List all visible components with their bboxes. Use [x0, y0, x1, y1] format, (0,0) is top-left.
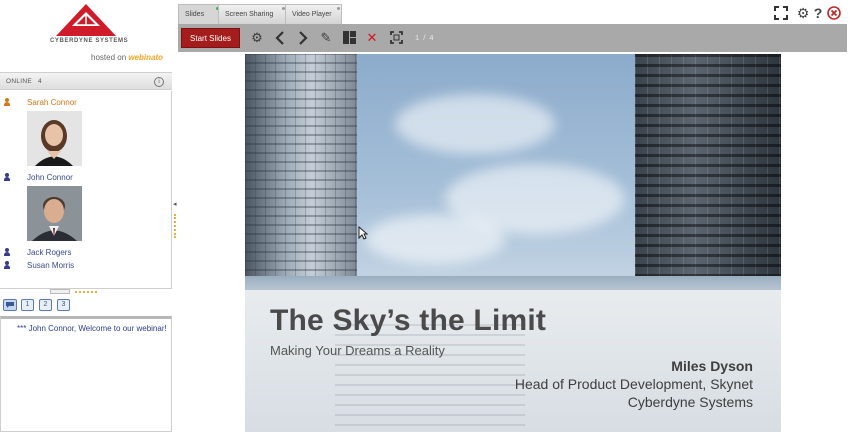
- online-header: ONLINE 4 i: [0, 72, 172, 90]
- attendee-sarah-connor[interactable]: Sarah Connor: [0, 97, 170, 109]
- slide-title: The Sky’s the Limit: [270, 304, 547, 337]
- tab-bar: Slides Screen Sharing Video Player: [178, 4, 850, 24]
- webinar-app: CYBERDYNE SYSTEMS hosted on webinato ONL…: [0, 0, 850, 432]
- slide-stage: The Sky’s the Limit Making Your Dreams a…: [178, 52, 847, 432]
- avatar-john-connor: [27, 186, 82, 241]
- close-icon[interactable]: [826, 5, 842, 21]
- panel-resize-handle[interactable]: [50, 289, 70, 303]
- tab-label: Screen Sharing: [225, 11, 274, 18]
- layout-icon[interactable]: [341, 30, 357, 46]
- attendee-icon: [4, 248, 10, 257]
- hosted-on: hosted on webinato: [91, 53, 163, 62]
- speaker-info: Miles Dyson Head of Product Development,…: [515, 358, 753, 411]
- attendee-name: Jack Rogers: [27, 248, 72, 257]
- online-count: 4: [38, 78, 42, 85]
- status-dot-icon: [337, 7, 340, 10]
- start-slides-button[interactable]: Start Slides: [181, 28, 240, 48]
- help-icon[interactable]: ?: [810, 5, 826, 21]
- speaker-name: Miles Dyson: [671, 358, 753, 374]
- tab-label: Video Player: [292, 11, 332, 18]
- hosted-prefix: hosted on: [91, 53, 127, 62]
- online-label: ONLINE: [6, 78, 33, 85]
- attendee-name: Susan Morris: [27, 261, 75, 270]
- tab-screen-sharing[interactable]: Screen Sharing: [218, 4, 287, 24]
- chat-tab-2[interactable]: 2: [39, 299, 52, 311]
- left-panel: CYBERDYNE SYSTEMS hosted on webinato ONL…: [0, 0, 175, 432]
- slide-band: [245, 276, 781, 290]
- attendee-name: Sarah Connor: [27, 98, 77, 107]
- next-icon[interactable]: [295, 30, 311, 46]
- logo-text: CYBERDYNE SYSTEMS: [50, 38, 129, 44]
- delete-icon[interactable]: ✕: [364, 30, 380, 46]
- prev-icon[interactable]: [272, 30, 288, 46]
- speaker-title: Head of Product Development, Skynet: [514, 376, 753, 392]
- attendee-john-connor[interactable]: John Connor: [0, 172, 170, 184]
- chat-message: *** John Connor, Welcome to our webinar!: [17, 324, 167, 333]
- speaker-company: Cyberdyne Systems: [627, 394, 753, 410]
- sky-cloud: [395, 94, 555, 154]
- tab-video-player[interactable]: Video Player: [285, 4, 342, 24]
- slide-canvas[interactable]: The Sky’s the Limit Making Your Dreams a…: [245, 54, 781, 432]
- settings-icon[interactable]: ⚙: [795, 5, 811, 21]
- info-icon[interactable]: i: [154, 77, 164, 87]
- pencil-icon[interactable]: ✎: [318, 30, 334, 46]
- fullscreen-slide-icon[interactable]: [388, 30, 404, 46]
- chat-tabs: 1 2 3: [0, 297, 172, 315]
- resize-dots: [75, 291, 97, 293]
- fullscreen-icon[interactable]: [773, 5, 789, 21]
- avatar-sarah-connor: [27, 111, 82, 166]
- resize-dots-vertical: [174, 214, 176, 238]
- attendee-name: John Connor: [27, 173, 73, 182]
- attendee-jack-rogers[interactable]: Jack Rogers: [0, 247, 170, 259]
- attendee-icon: [4, 261, 10, 270]
- page-counter: 1 / 4: [415, 33, 435, 42]
- attendee-susan-morris[interactable]: Susan Morris: [0, 260, 170, 272]
- chat-panel: *** John Connor, Welcome to our webinar!: [0, 316, 172, 432]
- tab-label: Slides: [185, 11, 205, 18]
- mouse-cursor-icon: [358, 225, 369, 245]
- chat-tab-3[interactable]: 3: [57, 299, 70, 311]
- chat-bubble-icon[interactable]: [3, 299, 17, 311]
- presenter-icon: [4, 98, 10, 107]
- slides-toolbar: Start Slides ⚙ ✎ ✕ 1 / 4: [178, 24, 847, 52]
- gear-icon[interactable]: ⚙: [249, 30, 265, 46]
- tab-slides[interactable]: Slides: [178, 4, 222, 24]
- attendee-icon: [4, 173, 10, 182]
- logo-area: CYBERDYNE SYSTEMS hosted on webinato: [0, 0, 175, 68]
- building-reflection: [335, 324, 525, 432]
- webinato-brand[interactable]: webinato: [128, 53, 163, 62]
- main-area: Slides Screen Sharing Video Player ⚙ ? S…: [178, 0, 850, 432]
- slide-subtitle: Making Your Dreams a Reality: [270, 343, 445, 358]
- sky-cloud: [365, 214, 505, 264]
- chat-tab-1[interactable]: 1: [21, 299, 34, 311]
- collapse-arrow-icon[interactable]: ◂: [173, 200, 177, 210]
